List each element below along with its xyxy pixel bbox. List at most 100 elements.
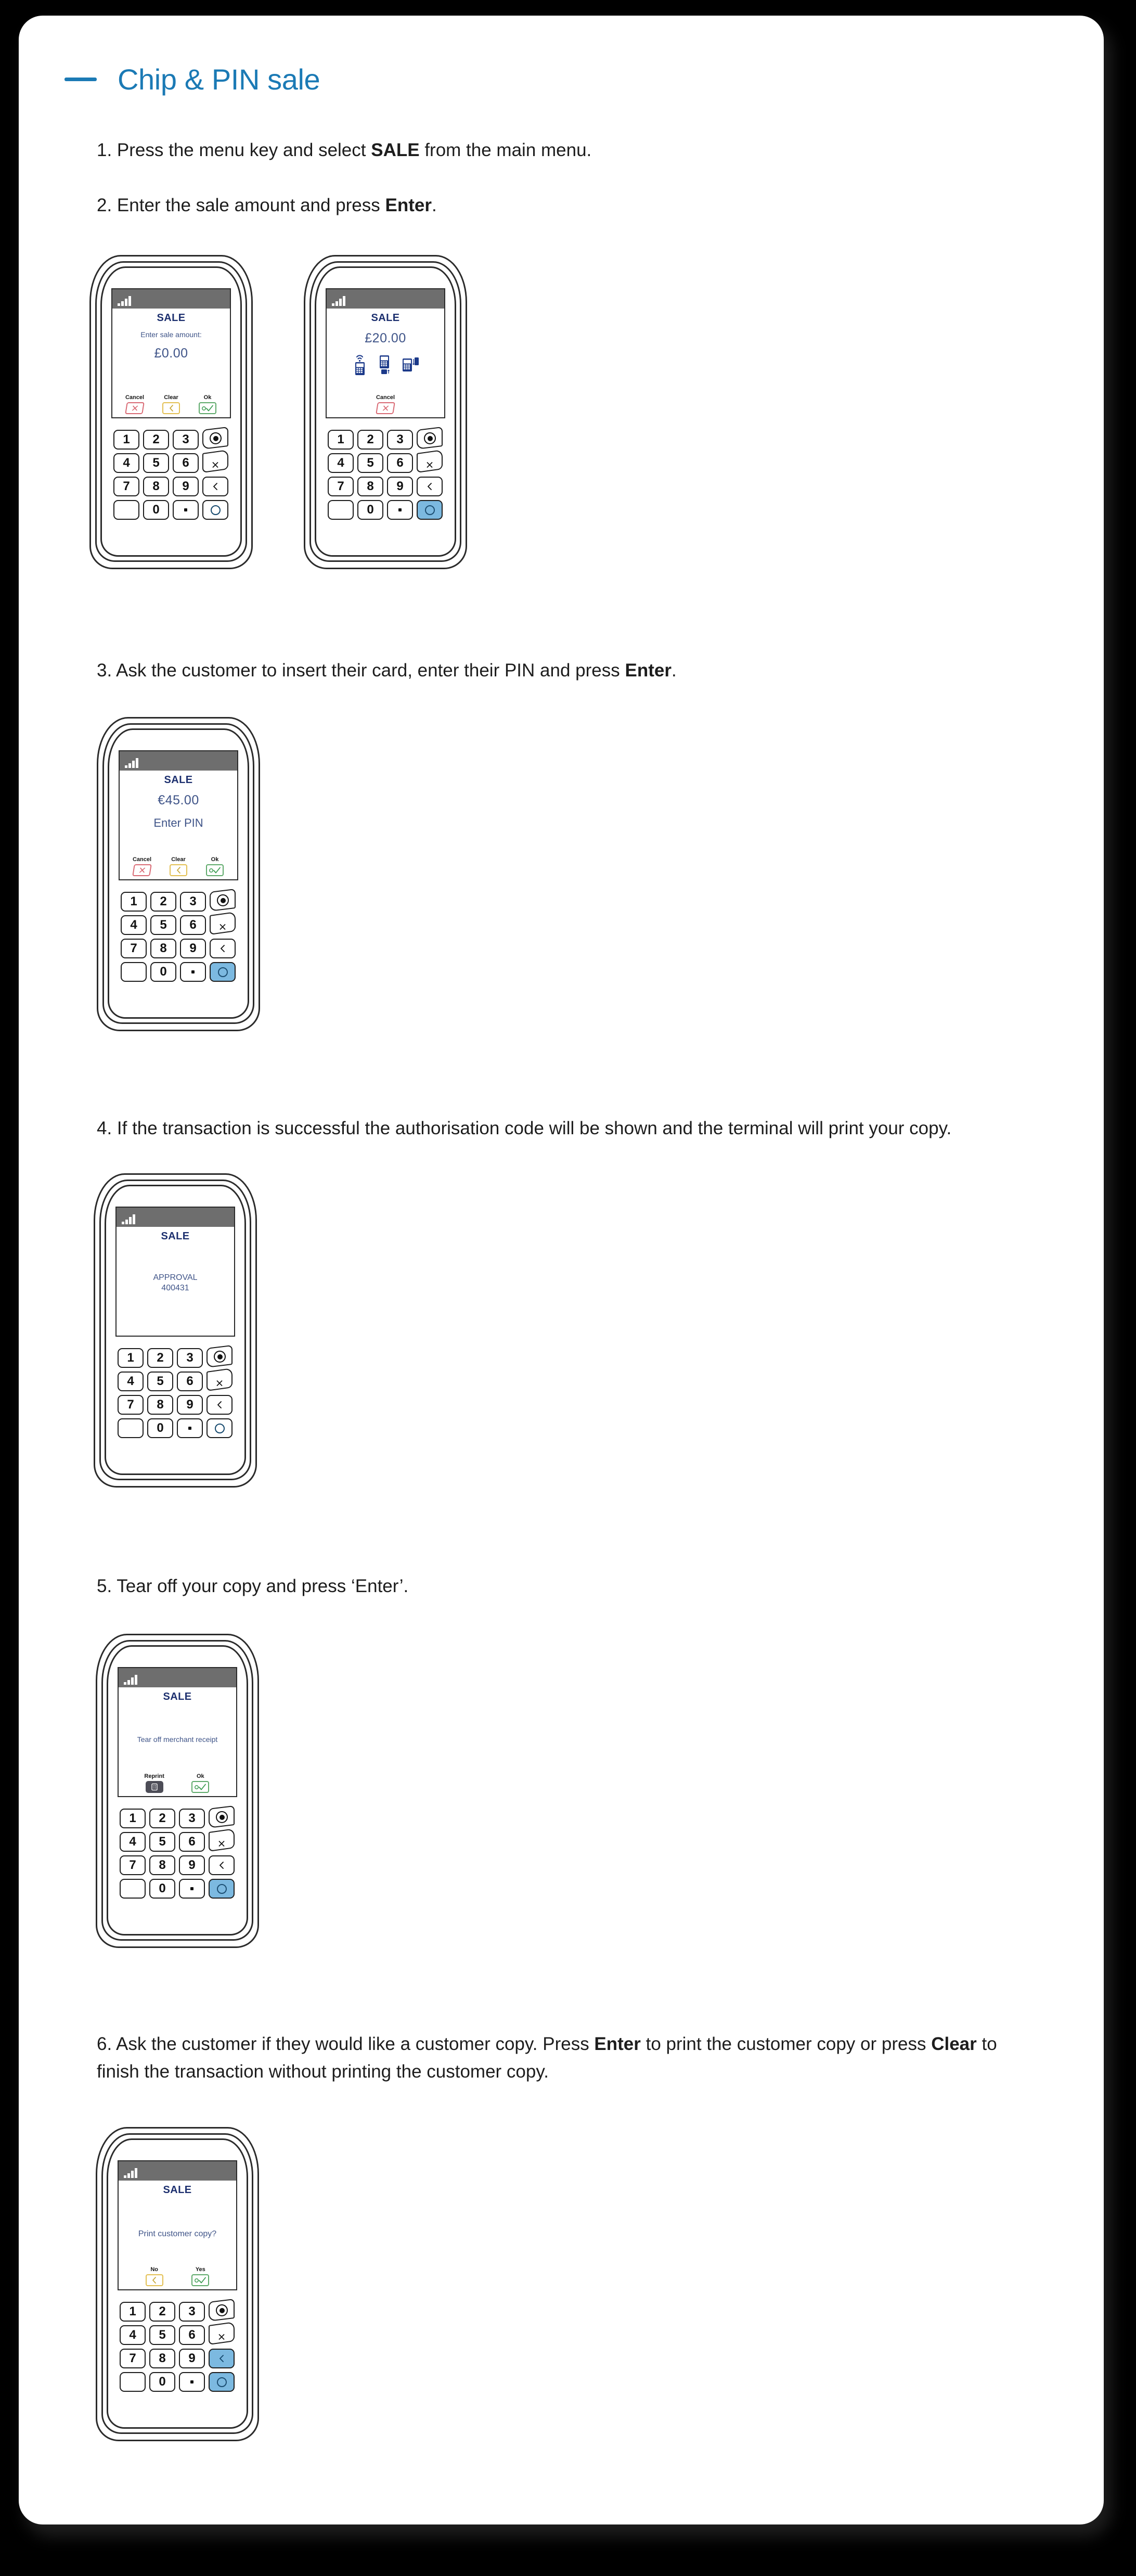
key-1[interactable]: 1 bbox=[120, 2302, 146, 2322]
key-1[interactable]: 1 bbox=[328, 430, 354, 450]
key-9[interactable]: 9 bbox=[387, 477, 413, 496]
key-4[interactable]: 4 bbox=[118, 1372, 144, 1391]
key-3[interactable]: 3 bbox=[173, 430, 199, 450]
key-9[interactable]: 9 bbox=[180, 939, 206, 958]
key-9[interactable]: 9 bbox=[179, 2349, 205, 2368]
softkey-cancel[interactable]: Cancel bbox=[127, 856, 157, 876]
key-2[interactable]: 2 bbox=[147, 1348, 173, 1368]
key-2[interactable]: 2 bbox=[149, 2302, 175, 2322]
key-3[interactable]: 3 bbox=[179, 2302, 205, 2322]
key-5[interactable]: 5 bbox=[357, 453, 383, 473]
cancel-x-icon[interactable] bbox=[206, 1367, 233, 1391]
key-3[interactable]: 3 bbox=[180, 892, 206, 912]
key-dot[interactable] bbox=[387, 500, 413, 520]
key-4[interactable]: 4 bbox=[121, 915, 147, 935]
softkey-ok[interactable]: Ok bbox=[200, 856, 229, 876]
key-8[interactable]: 8 bbox=[150, 939, 176, 958]
enter-circle-icon[interactable] bbox=[206, 1418, 233, 1438]
key-8[interactable]: 8 bbox=[147, 1395, 173, 1415]
key-9[interactable]: 9 bbox=[177, 1395, 203, 1415]
enter-circle-icon[interactable] bbox=[210, 962, 236, 982]
key-6[interactable]: 6 bbox=[180, 915, 206, 935]
key-0[interactable]: 0 bbox=[357, 500, 383, 520]
key-5[interactable]: 5 bbox=[147, 1372, 173, 1391]
key-3[interactable]: 3 bbox=[177, 1348, 203, 1368]
softkey-no[interactable]: No bbox=[140, 2266, 169, 2286]
cancel-x-icon[interactable] bbox=[209, 1828, 235, 1852]
key-7[interactable]: 7 bbox=[120, 1855, 146, 1875]
cancel-x-icon[interactable] bbox=[417, 449, 443, 473]
key-9[interactable]: 9 bbox=[179, 1855, 205, 1875]
cancel-x-icon[interactable] bbox=[210, 911, 236, 935]
key-6[interactable]: 6 bbox=[179, 1832, 205, 1852]
key-blank[interactable] bbox=[120, 2372, 146, 2392]
key-5[interactable]: 5 bbox=[149, 2325, 175, 2345]
key-8[interactable]: 8 bbox=[143, 477, 169, 496]
key-dot[interactable] bbox=[173, 500, 199, 520]
key-0[interactable]: 0 bbox=[143, 500, 169, 520]
key-1[interactable]: 1 bbox=[121, 892, 147, 912]
menu-bullseye-icon[interactable] bbox=[417, 426, 443, 450]
enter-circle-icon[interactable] bbox=[202, 500, 228, 520]
key-2[interactable]: 2 bbox=[149, 1809, 175, 1828]
key-6[interactable]: 6 bbox=[179, 2325, 205, 2345]
key-4[interactable]: 4 bbox=[328, 453, 354, 473]
key-1[interactable]: 1 bbox=[120, 1809, 146, 1828]
softkey-clear[interactable]: Clear bbox=[157, 394, 186, 414]
key-7[interactable]: 7 bbox=[118, 1395, 144, 1415]
key-7[interactable]: 7 bbox=[121, 939, 147, 958]
softkey-cancel[interactable]: Cancel bbox=[120, 394, 149, 414]
key-dot[interactable] bbox=[179, 1879, 205, 1899]
key-6[interactable]: 6 bbox=[387, 453, 413, 473]
softkey-cancel[interactable]: Cancel bbox=[371, 394, 400, 414]
key-4[interactable]: 4 bbox=[120, 1832, 146, 1852]
softkey-ok[interactable]: Ok bbox=[193, 394, 222, 414]
key-4[interactable]: 4 bbox=[113, 453, 139, 473]
key-0[interactable]: 0 bbox=[150, 962, 176, 982]
cancel-x-icon[interactable] bbox=[202, 449, 228, 473]
clear-back-icon[interactable] bbox=[417, 477, 443, 496]
clear-back-icon[interactable] bbox=[202, 477, 228, 496]
key-5[interactable]: 5 bbox=[150, 915, 176, 935]
key-8[interactable]: 8 bbox=[149, 1855, 175, 1875]
key-7[interactable]: 7 bbox=[113, 477, 139, 496]
menu-bullseye-icon[interactable] bbox=[202, 426, 228, 450]
key-dot[interactable] bbox=[177, 1418, 203, 1438]
clear-back-icon[interactable] bbox=[209, 1855, 235, 1875]
key-1[interactable]: 1 bbox=[118, 1348, 144, 1368]
menu-bullseye-icon[interactable] bbox=[206, 1344, 233, 1368]
key-blank[interactable] bbox=[113, 500, 139, 520]
key-2[interactable]: 2 bbox=[357, 430, 383, 450]
softkey-yes[interactable]: Yes bbox=[186, 2266, 215, 2286]
enter-circle-icon[interactable] bbox=[209, 2372, 235, 2392]
key-2[interactable]: 2 bbox=[143, 430, 169, 450]
key-7[interactable]: 7 bbox=[328, 477, 354, 496]
key-6[interactable]: 6 bbox=[173, 453, 199, 473]
key-0[interactable]: 0 bbox=[147, 1418, 173, 1438]
key-blank[interactable] bbox=[120, 1879, 146, 1899]
key-4[interactable]: 4 bbox=[120, 2325, 146, 2345]
key-blank[interactable] bbox=[121, 962, 147, 982]
key-2[interactable]: 2 bbox=[150, 892, 176, 912]
key-3[interactable]: 3 bbox=[179, 1809, 205, 1828]
key-8[interactable]: 8 bbox=[357, 477, 383, 496]
key-5[interactable]: 5 bbox=[143, 453, 169, 473]
clear-back-icon[interactable] bbox=[206, 1395, 233, 1415]
key-9[interactable]: 9 bbox=[173, 477, 199, 496]
key-8[interactable]: 8 bbox=[149, 2349, 175, 2368]
key-0[interactable]: 0 bbox=[149, 2372, 175, 2392]
clear-back-icon[interactable] bbox=[209, 2349, 235, 2368]
key-6[interactable]: 6 bbox=[177, 1372, 203, 1391]
menu-bullseye-icon[interactable] bbox=[210, 888, 236, 912]
menu-bullseye-icon[interactable] bbox=[209, 1805, 235, 1828]
key-blank[interactable] bbox=[328, 500, 354, 520]
softkey-clear[interactable]: Clear bbox=[164, 856, 193, 876]
key-7[interactable]: 7 bbox=[120, 2349, 146, 2368]
key-1[interactable]: 1 bbox=[113, 430, 139, 450]
softkey-ok[interactable]: Ok bbox=[186, 1773, 215, 1793]
clear-back-icon[interactable] bbox=[210, 939, 236, 958]
key-5[interactable]: 5 bbox=[149, 1832, 175, 1852]
key-0[interactable]: 0 bbox=[149, 1879, 175, 1899]
menu-bullseye-icon[interactable] bbox=[209, 2298, 235, 2322]
enter-circle-icon[interactable] bbox=[209, 1879, 235, 1899]
